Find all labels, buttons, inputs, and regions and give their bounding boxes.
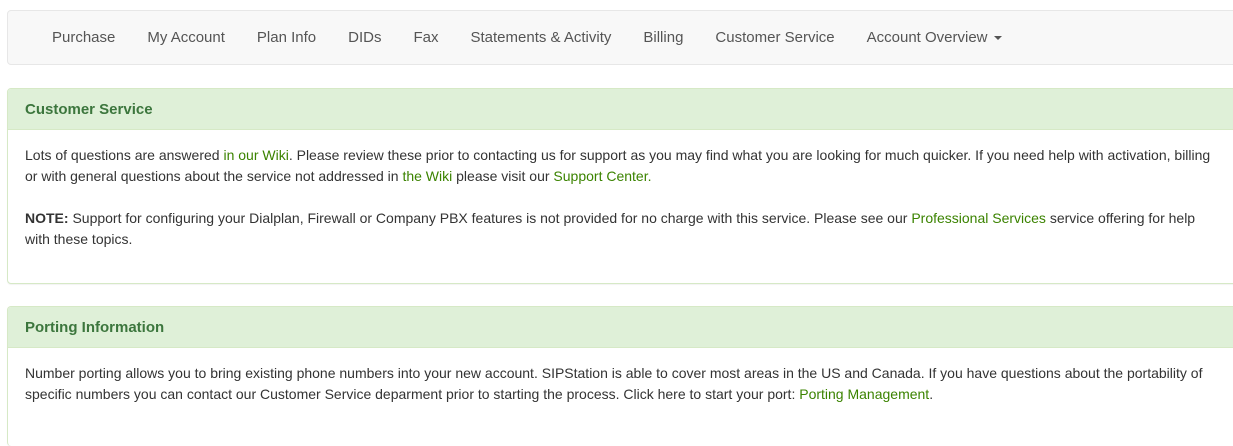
text-segment: Number porting allows you to bring exist… <box>25 365 1203 402</box>
porting-paragraph: Number porting allows you to bring exist… <box>25 363 1222 405</box>
customer-service-heading: Customer Service <box>8 89 1233 130</box>
text-segment: Support for configuring your Dialplan, F… <box>68 210 912 226</box>
top-navbar: Purchase My Account Plan Info DIDs Fax S… <box>7 10 1233 65</box>
the-wiki-link[interactable]: the Wiki <box>402 168 452 184</box>
nav-item-account-overview-label: Account Overview <box>866 29 988 46</box>
porting-information-body: Number porting allows you to bring exist… <box>8 348 1233 405</box>
nav-item-my-account[interactable]: My Account <box>147 29 225 46</box>
text-segment: please visit our <box>452 168 554 184</box>
note-label: NOTE: <box>25 210 69 226</box>
porting-information-panel: Porting Information Number porting allow… <box>7 306 1233 446</box>
nav-item-statements-activity[interactable]: Statements & Activity <box>471 29 612 46</box>
caret-down-icon <box>993 35 1002 40</box>
nav-item-customer-service[interactable]: Customer Service <box>715 29 834 46</box>
porting-management-link[interactable]: Porting Management <box>799 386 929 402</box>
text-segment: . <box>929 386 934 402</box>
nav-item-account-overview[interactable]: Account Overview <box>867 29 1002 46</box>
nav-item-billing[interactable]: Billing <box>643 29 683 46</box>
professional-services-link[interactable]: Professional Services <box>911 210 1046 226</box>
text-segment: Lots of questions are answered <box>25 147 224 163</box>
customer-service-body: Lots of questions are answered in our Wi… <box>8 130 1233 250</box>
nav-item-purchase[interactable]: Purchase <box>52 29 115 46</box>
nav-item-plan-info[interactable]: Plan Info <box>257 29 316 46</box>
customer-service-panel: Customer Service Lots of questions are a… <box>7 88 1233 284</box>
wiki-link[interactable]: in our Wiki <box>223 147 288 163</box>
nav-item-dids[interactable]: DIDs <box>348 29 381 46</box>
customer-service-paragraph: Lots of questions are answered in our Wi… <box>25 145 1222 187</box>
note-paragraph: NOTE: Support for configuring your Dialp… <box>25 208 1222 250</box>
porting-information-heading: Porting Information <box>8 307 1233 348</box>
nav-item-fax[interactable]: Fax <box>413 29 438 46</box>
support-center-link[interactable]: Support Center. <box>553 168 651 184</box>
